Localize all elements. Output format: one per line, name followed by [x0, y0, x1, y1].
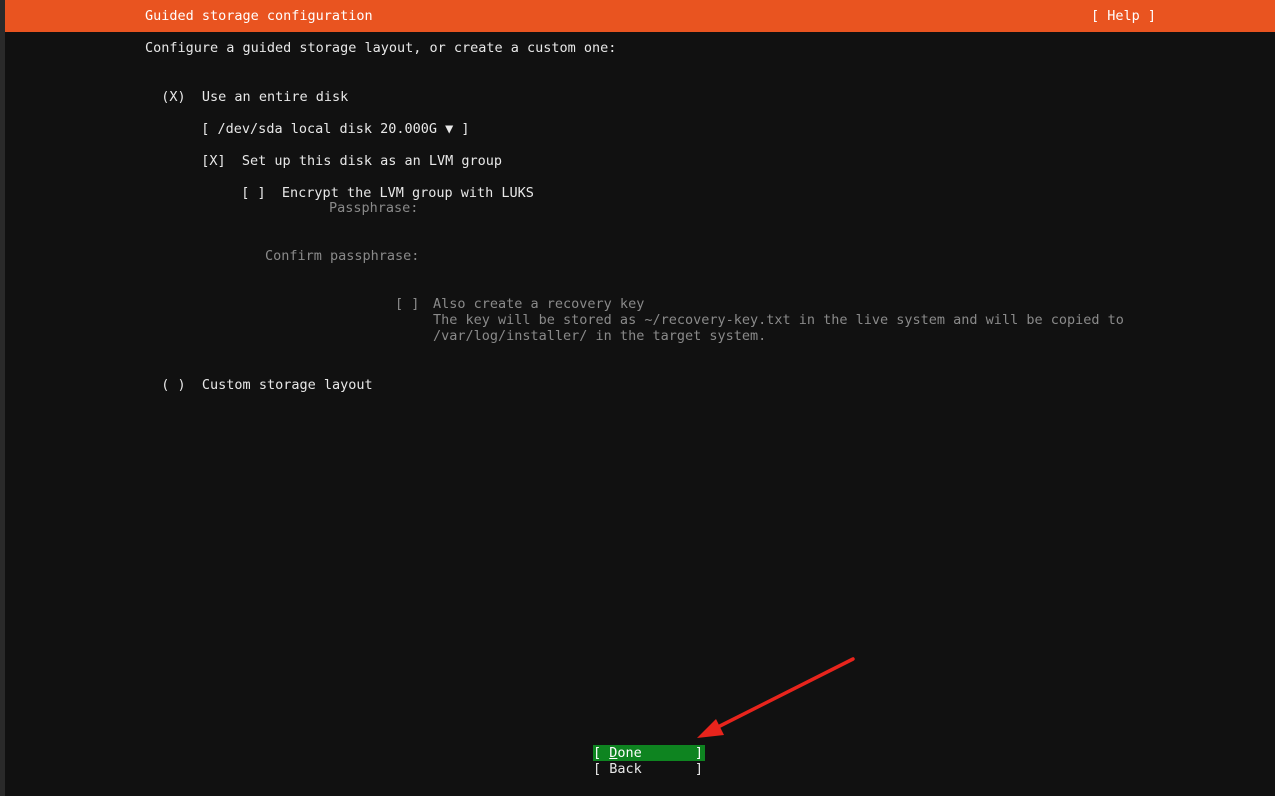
back-label: Back: [609, 761, 642, 777]
luks-label: Encrypt the LVM group with LUKS: [281, 185, 534, 201]
recovery-key-label: Also create a recovery key: [433, 296, 645, 312]
done-button[interactable]: [ Done]: [593, 745, 705, 761]
intro-text: Configure a guided storage layout, or cr…: [145, 40, 617, 56]
custom-layout-label: Custom storage layout: [201, 377, 373, 393]
luks-option[interactable]: [ ] Encrypt the LVM group with LUKS: [225, 168, 534, 202]
confirm-passphrase-label: Confirm passphrase:: [265, 248, 420, 264]
back-open-bracket: [: [593, 761, 610, 777]
confirm-passphrase-input[interactable]: [433, 248, 933, 265]
custom-layout-radio[interactable]: ( ): [161, 377, 185, 393]
disk-select-close-bracket: ]: [461, 121, 470, 137]
done-open-bracket: [: [593, 745, 610, 761]
lvm-checkbox[interactable]: [X]: [201, 153, 225, 169]
done-label-rest: one: [617, 745, 642, 761]
disk-select-value: /dev/sda local disk 20.000G: [217, 121, 437, 137]
entire-disk-label: Use an entire disk: [201, 89, 349, 105]
title-bar: Guided storage configuration [ Help ]: [5, 0, 1275, 32]
back-button[interactable]: [ Back]: [593, 761, 705, 777]
entire-disk-option[interactable]: (X) Use an entire disk: [145, 72, 348, 106]
recovery-key-description-line2: /var/log/installer/ in the target system…: [433, 328, 767, 344]
lvm-label: Set up this disk as an LVM group: [241, 153, 503, 169]
passphrase-label: Passphrase:: [329, 200, 419, 216]
back-close-bracket: ]: [694, 761, 703, 777]
page-title: Guided storage configuration: [145, 8, 373, 24]
lvm-option[interactable]: [X] Set up this disk as an LVM group: [185, 136, 502, 170]
recovery-key-description-line1: The key will be stored as ~/recovery-key…: [433, 312, 1124, 328]
left-border: [0, 0, 5, 796]
done-close-bracket: ]: [694, 745, 703, 761]
custom-layout-option[interactable]: ( ) Custom storage layout: [145, 360, 373, 394]
entire-disk-radio[interactable]: (X): [161, 89, 185, 105]
passphrase-input[interactable]: [433, 200, 933, 217]
luks-checkbox[interactable]: [ ]: [241, 185, 265, 201]
help-button[interactable]: [ Help ]: [1091, 8, 1156, 25]
disk-select[interactable]: [ /dev/sda local disk 20.000G ▼ ]: [185, 104, 470, 138]
recovery-key-checkbox[interactable]: [ ]: [395, 296, 419, 313]
